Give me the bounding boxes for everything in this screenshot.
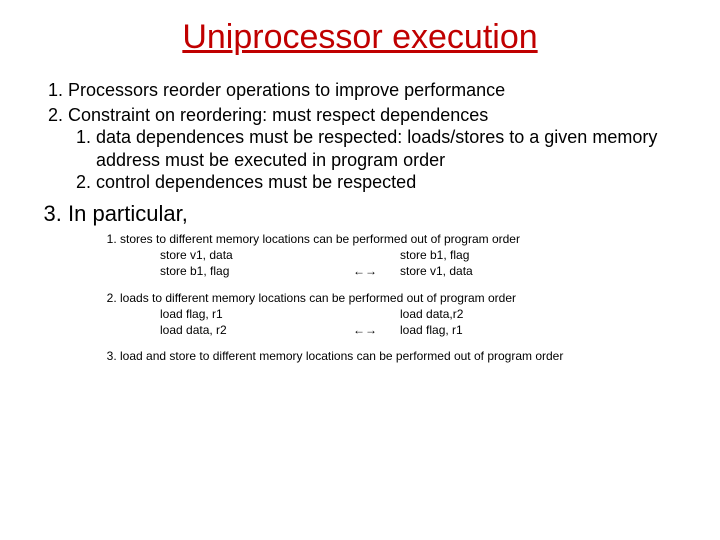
example-row-1a: store v1, data store b1, flag	[160, 247, 680, 263]
sub-1: stores to different memory locations can…	[120, 231, 680, 280]
point-1: Processors reorder operations to improve…	[68, 79, 680, 102]
page-title: Uniprocessor execution	[40, 18, 680, 57]
point-2-1: data dependences must be respected: load…	[96, 126, 680, 171]
example-row-2a: load flag, r1 load data,r2	[160, 306, 680, 322]
cell: store b1, flag	[160, 263, 330, 279]
arrow-spacer	[330, 306, 400, 322]
main-list: Processors reorder operations to improve…	[40, 79, 680, 364]
cell: store b1, flag	[400, 247, 570, 263]
point-2-sublist: data dependences must be respected: load…	[68, 126, 680, 194]
cell: load data,r2	[400, 306, 570, 322]
arrow-icon: ←→	[330, 322, 400, 338]
cell: load flag, r1	[160, 306, 330, 322]
point-2-text: Constraint on reordering: must respect d…	[68, 105, 488, 125]
cell: store v1, data	[160, 247, 330, 263]
cell: store v1, data	[400, 263, 570, 279]
point-3-sublist: stores to different memory locations can…	[68, 231, 680, 364]
point-2: Constraint on reordering: must respect d…	[68, 104, 680, 194]
example-row-1b: store b1, flag ←→ store v1, data	[160, 263, 680, 279]
cell: load data, r2	[160, 322, 330, 338]
sub-2: loads to different memory locations can …	[120, 290, 680, 339]
sub-1-text: stores to different memory locations can…	[120, 232, 520, 246]
sub-2-text: loads to different memory locations can …	[120, 291, 516, 305]
point-3-text: In particular,	[68, 201, 188, 226]
point-2-2: control dependences must be respected	[96, 171, 680, 194]
arrow-spacer	[330, 247, 400, 263]
slide: Uniprocessor execution Processors reorde…	[0, 0, 720, 364]
point-3: In particular, stores to different memor…	[68, 200, 680, 365]
arrow-icon: ←→	[330, 263, 400, 279]
example-row-2b: load data, r2 ←→ load flag, r1	[160, 322, 680, 338]
cell: load flag, r1	[400, 322, 570, 338]
sub-3: load and store to different memory locat…	[120, 348, 680, 364]
